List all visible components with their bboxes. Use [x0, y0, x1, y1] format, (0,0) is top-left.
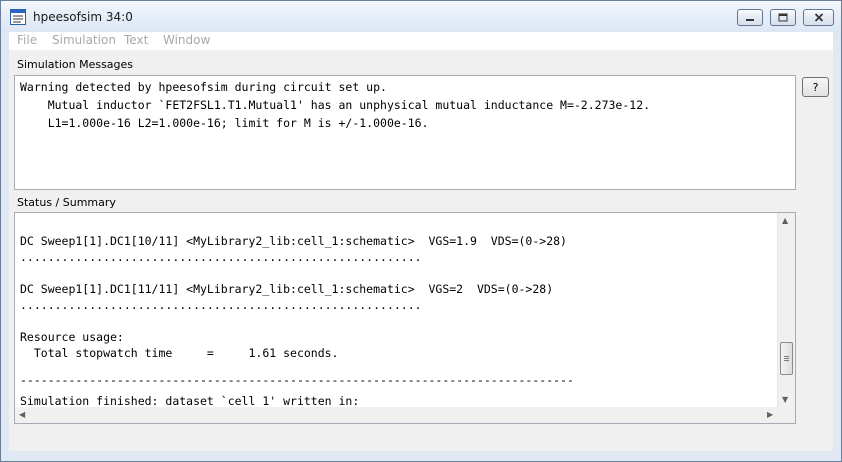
close-button[interactable]	[803, 9, 834, 26]
scroll-thumb[interactable]	[780, 342, 793, 375]
status-line: ........................................…	[20, 250, 422, 264]
scrollbar-corner	[778, 407, 795, 423]
status-line: Total stopwatch time = 1.61 seconds.	[20, 346, 339, 360]
status-line: ........................................…	[20, 298, 422, 312]
message-line: Warning detected by hpeesofsim during ci…	[20, 80, 387, 94]
scroll-up-icon[interactable]: ▲	[782, 217, 788, 225]
status-line: ----------------------------------------…	[20, 373, 574, 387]
message-line: Mutual inductor `FET2FSL1.T1.Mutual1' ha…	[20, 98, 651, 112]
status-summary-label: Status / Summary	[17, 196, 116, 209]
menu-bar: File Simulation Text Window	[9, 32, 833, 51]
message-line: L1=1.000e-16 L2=1.000e-16; limit for M i…	[20, 116, 429, 130]
menu-simulation[interactable]: Simulation	[52, 33, 116, 47]
window-title: hpeesofsim 34:0	[33, 10, 133, 24]
minimize-button[interactable]	[737, 9, 763, 26]
title-bar[interactable]: hpeesofsim 34:0	[1, 1, 841, 33]
help-button[interactable]: ?	[802, 77, 829, 97]
status-line: Simulation finished: dataset `cell_1' wr…	[20, 394, 360, 408]
maximize-button[interactable]	[770, 9, 796, 26]
scroll-left-icon[interactable]: ◀	[19, 411, 25, 419]
scroll-right-icon[interactable]: ▶	[767, 411, 773, 419]
horizontal-scrollbar[interactable]: ◀ ▶	[15, 407, 779, 423]
simulation-messages-box[interactable]: Warning detected by hpeesofsim during ci…	[14, 75, 796, 190]
maximize-icon	[778, 13, 788, 22]
status-line: Resource usage:	[20, 330, 124, 344]
menu-text[interactable]: Text	[124, 33, 148, 47]
simulation-messages-label: Simulation Messages	[17, 58, 134, 71]
status-line: DC Sweep1[1].DC1[11/11] <MyLibrary2_lib:…	[20, 282, 554, 296]
status-line: DC Sweep1[1].DC1[10/11] <MyLibrary2_lib:…	[20, 234, 567, 248]
scroll-down-icon[interactable]: ▼	[782, 396, 788, 404]
menu-file[interactable]: File	[17, 33, 37, 47]
simulation-window: hpeesofsim 34:0 File Simulation Text Win…	[0, 0, 842, 462]
close-icon	[814, 13, 823, 22]
status-summary-box[interactable]: DC Sweep1[1].DC1[10/11] <MyLibrary2_lib:…	[14, 212, 796, 424]
vertical-scrollbar[interactable]: ▲ ▼	[777, 213, 795, 408]
client-area: Simulation Messages Warning detected by …	[9, 50, 833, 451]
app-icon	[10, 9, 26, 25]
menu-window[interactable]: Window	[163, 33, 210, 47]
minimize-icon	[746, 18, 754, 21]
